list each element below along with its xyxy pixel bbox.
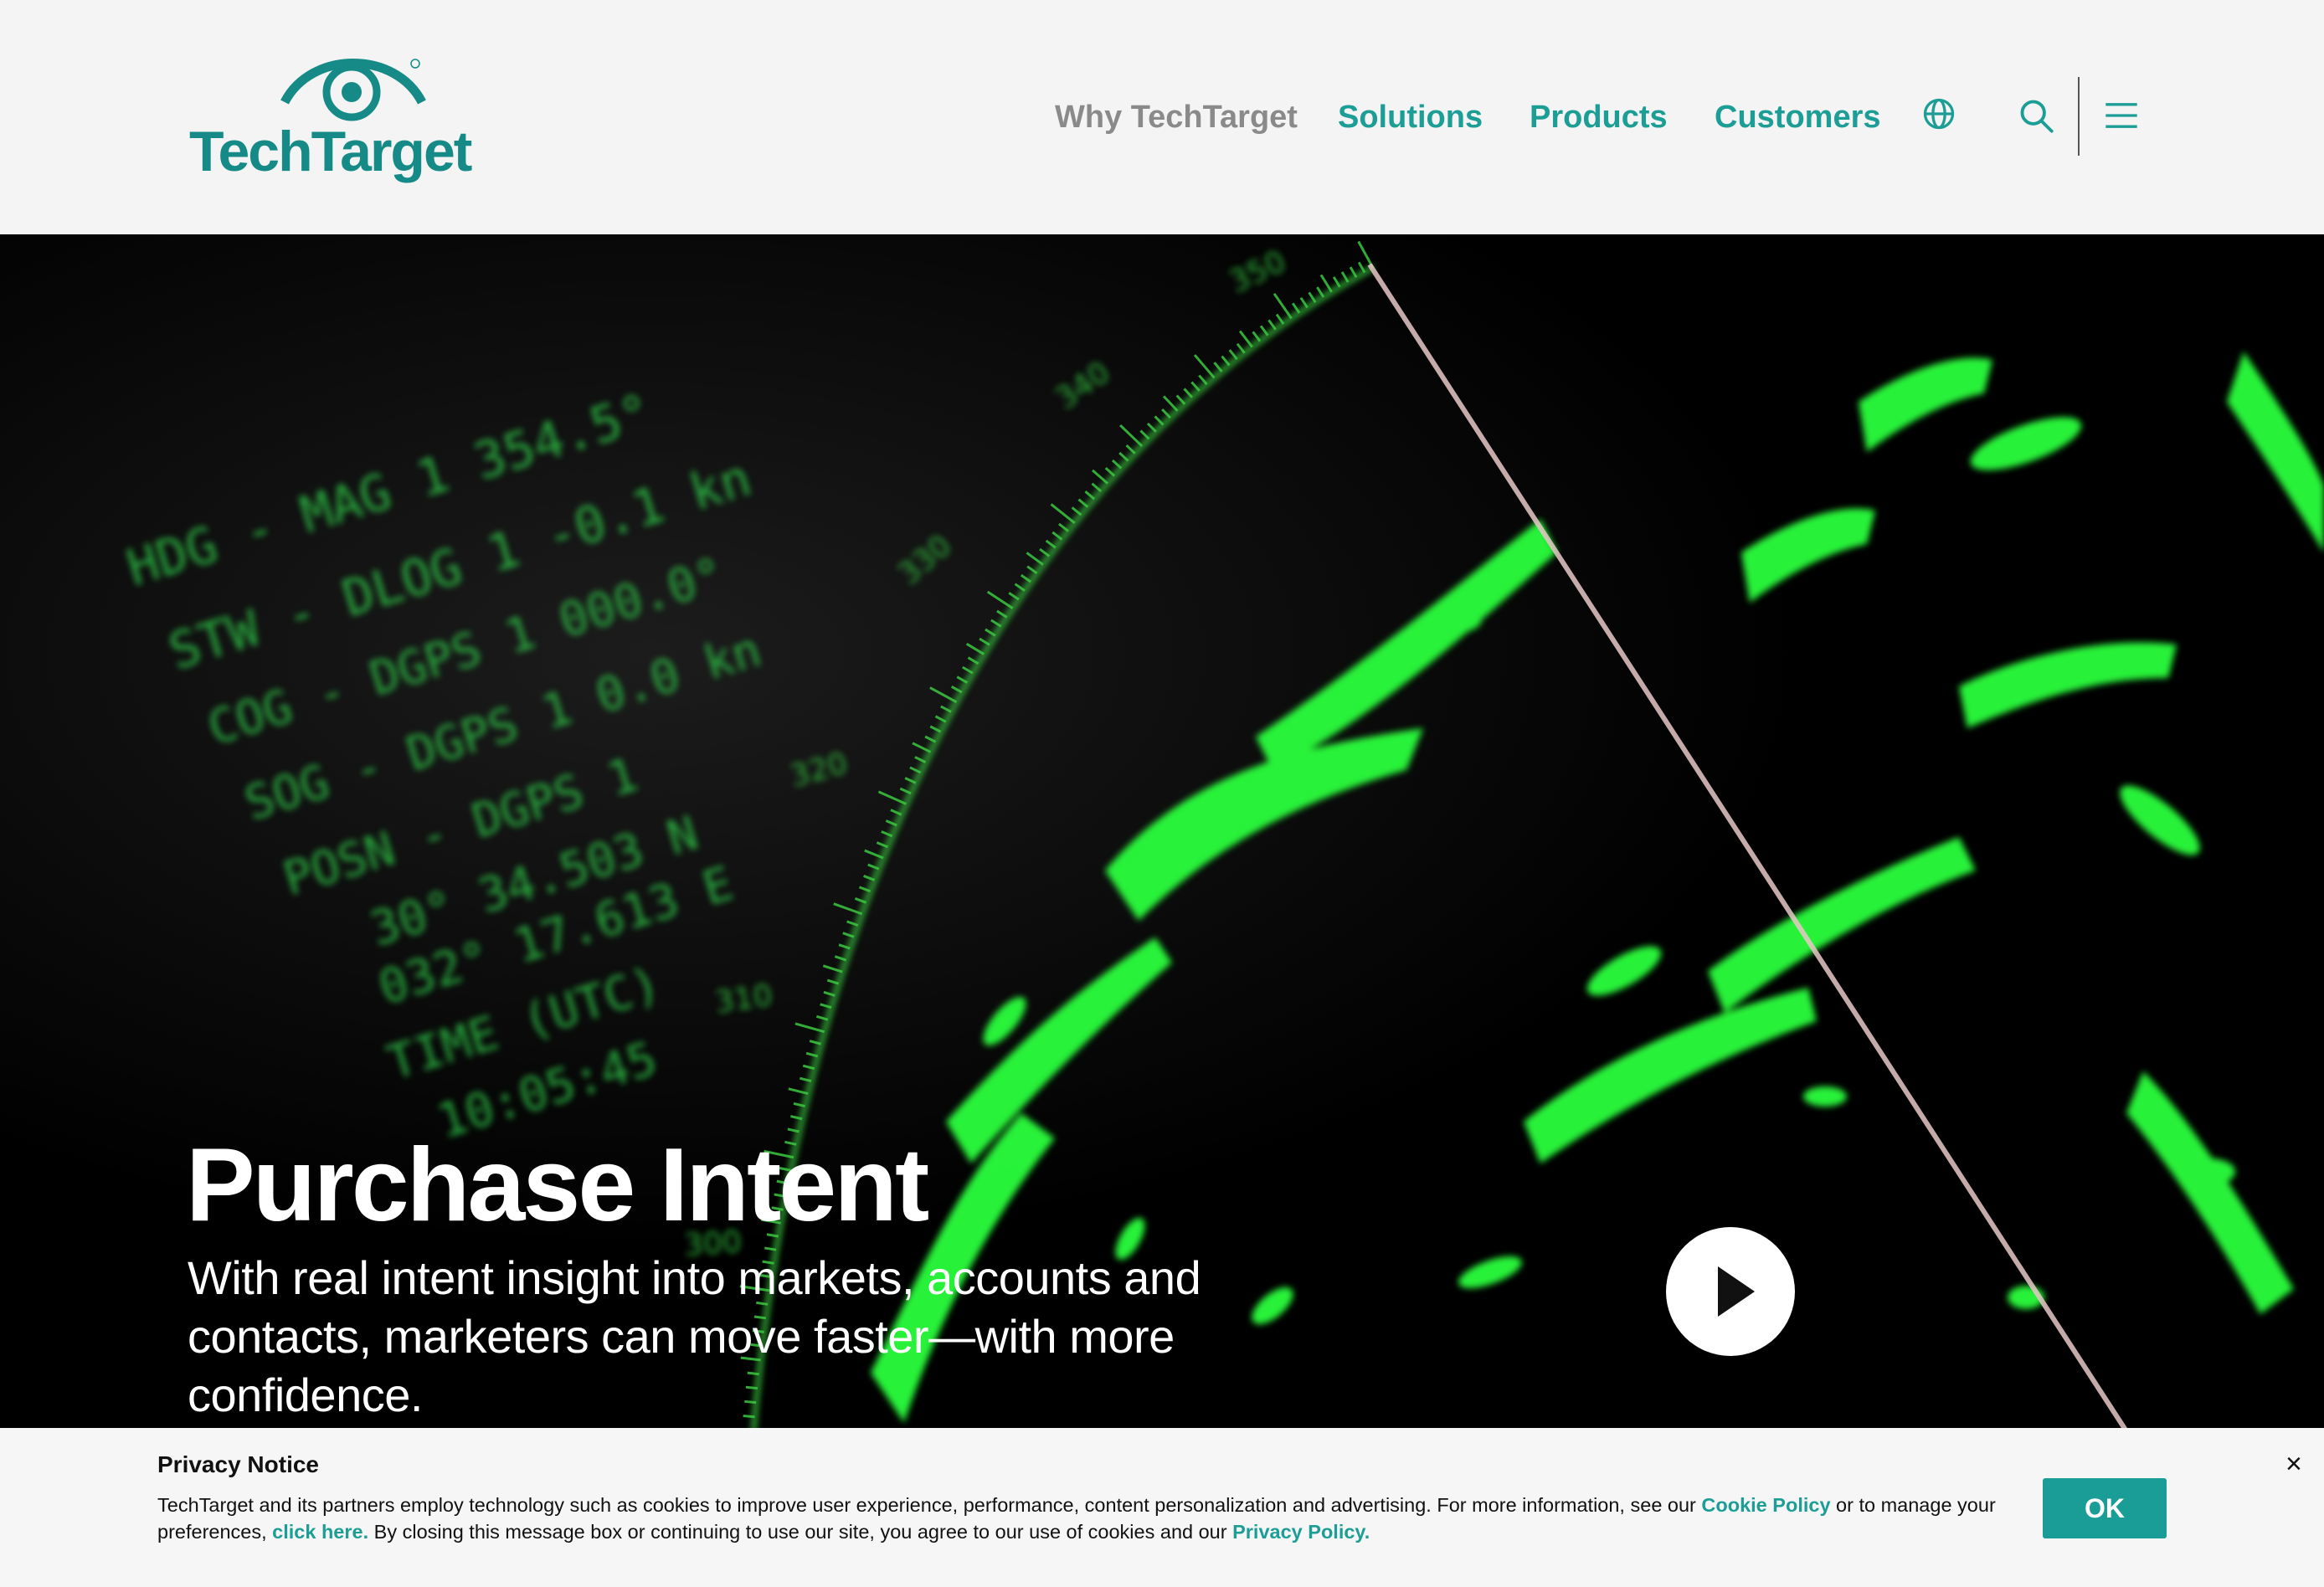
- ok-button[interactable]: OK: [2043, 1478, 2167, 1538]
- techtarget-logo[interactable]: TechTarget: [186, 55, 472, 183]
- eye-icon: [280, 59, 426, 121]
- site-header: TechTarget Why TechTarget Solutions Prod…: [0, 0, 2324, 234]
- hero-title: Purchase Intent: [186, 1127, 929, 1243]
- play-icon: [1718, 1266, 1755, 1317]
- cookie-policy-link[interactable]: Cookie Policy: [1701, 1494, 1830, 1516]
- close-icon[interactable]: ×: [2285, 1450, 2302, 1478]
- globe-icon[interactable]: [1920, 95, 1957, 132]
- search-icon[interactable]: [2018, 97, 2054, 134]
- privacy-notice-title: Privacy Notice: [157, 1451, 319, 1477]
- nav-solutions[interactable]: Solutions: [1338, 94, 1483, 141]
- privacy-policy-link[interactable]: Privacy Policy.: [1232, 1521, 1370, 1543]
- privacy-notice-text: TechTarget and its partners employ techn…: [157, 1492, 1999, 1545]
- play-video-button[interactable]: [1666, 1227, 1795, 1356]
- hamburger-menu-icon[interactable]: [2103, 97, 2140, 134]
- privacy-text-part: By closing this message box or continuin…: [368, 1521, 1233, 1543]
- hero-banner: HDG - MAG 1 354.5° STW - DLOG 1 -0.1 kn …: [0, 234, 2324, 1431]
- click-here-link[interactable]: click here.: [272, 1521, 368, 1543]
- nav-divider: [2078, 77, 2080, 156]
- privacy-text-part: TechTarget and its partners employ techn…: [157, 1494, 1702, 1516]
- privacy-notice-banner: Privacy Notice TechTarget and its partne…: [0, 1428, 2324, 1587]
- hero-subtitle: With real intent insight into markets, a…: [188, 1251, 1201, 1421]
- nav-why-techtarget[interactable]: Why TechTarget: [1055, 94, 1298, 141]
- nav-customers[interactable]: Customers: [1715, 94, 1881, 141]
- nav-products[interactable]: Products: [1530, 94, 1668, 141]
- logo-wordmark: TechTarget: [189, 120, 472, 183]
